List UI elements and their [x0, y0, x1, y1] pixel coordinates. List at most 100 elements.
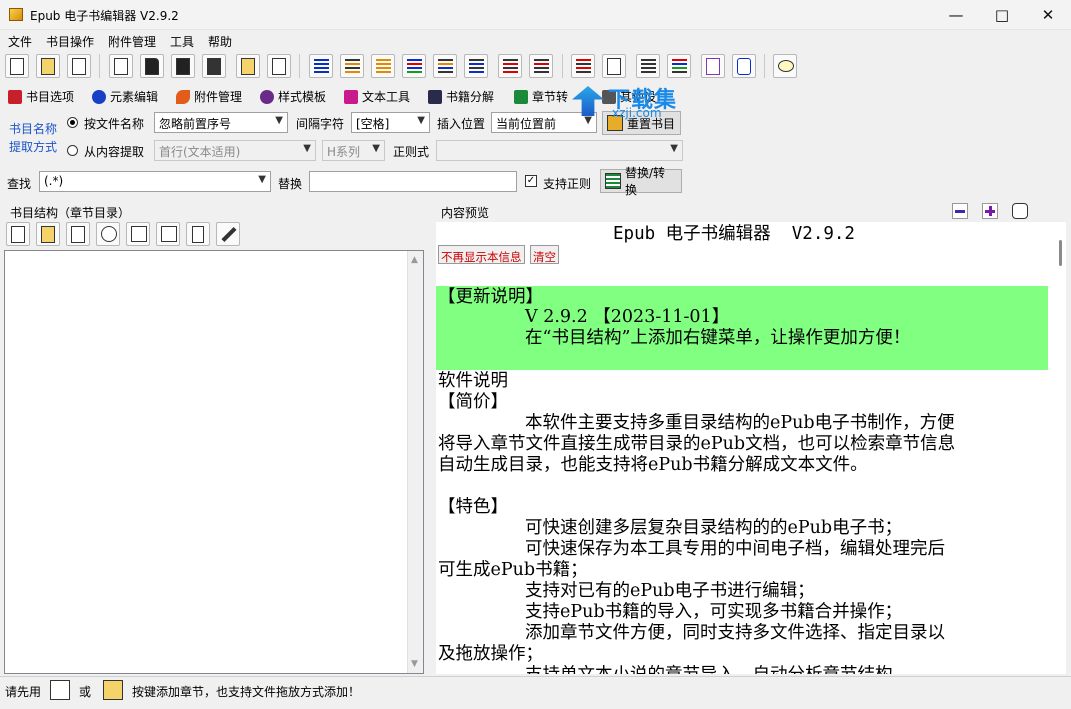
menu-file[interactable]: 文件 — [8, 33, 32, 50]
tab-element-edit[interactable]: 元素编辑 — [92, 88, 158, 105]
split-icon[interactable] — [529, 54, 553, 78]
content-preview[interactable]: Epub 电子书编辑器 V2.9.2 不再显示本信息 清空 【更新说明】 V 2… — [436, 222, 1056, 674]
clear-button[interactable]: 清空 — [530, 245, 559, 264]
radio-filename[interactable] — [67, 117, 78, 128]
sep-select[interactable]: [空格] ▼ — [351, 112, 430, 133]
import-icon[interactable] — [267, 54, 291, 78]
reset-icon — [607, 115, 623, 131]
intro-title: 【简价】 — [438, 392, 508, 412]
add-chapter-icon — [50, 680, 70, 700]
table-icon[interactable] — [636, 54, 660, 78]
preview-scrollbar[interactable] — [1056, 222, 1066, 674]
regex-select[interactable]: ▼ — [436, 140, 683, 161]
feature-line: 支持对已有的ePub电子书进行编辑； — [525, 581, 815, 601]
new-chapter-icon[interactable] — [66, 222, 90, 246]
scroll-up-icon[interactable]: ▲ — [411, 255, 418, 265]
book-structure-tree[interactable]: ▲ ▼ — [4, 250, 424, 674]
status-bar: 请先用 或 按键添加章节，也支持文件拖放方式添加！ — [0, 676, 1071, 709]
multi-doc-icon[interactable] — [701, 54, 725, 78]
radio-content[interactable] — [67, 145, 78, 156]
save-as-icon[interactable] — [202, 54, 226, 78]
tab-text-tools[interactable]: 文本工具 — [344, 88, 410, 105]
update-title: 【更新说明】 — [438, 287, 543, 307]
save-icon[interactable] — [171, 54, 195, 78]
menu-help[interactable]: 帮助 — [208, 33, 232, 50]
sort-icon[interactable] — [464, 54, 488, 78]
grid-icon — [428, 89, 442, 104]
update-version: V 2.9.2 【2023-11-01】 — [525, 307, 730, 327]
copy-icon[interactable] — [5, 54, 29, 78]
menu-bar: 文件 书目操作 附件管理 工具 帮助 — [0, 30, 1071, 50]
add-chapter-icon[interactable] — [6, 222, 30, 246]
feature-line: 可生成ePub书籍； — [438, 560, 588, 580]
update-block: 【更新说明】 V 2.9.2 【2023-11-01】 在“书目结构”上添加右键… — [436, 286, 1048, 370]
tree-scrollbar[interactable]: ▲ ▼ — [407, 251, 423, 673]
toolbar-separator — [299, 54, 300, 78]
copy-format-icon[interactable] — [67, 54, 91, 78]
palette-icon — [260, 89, 274, 104]
tab-book-options[interactable]: 书目选项 — [8, 88, 74, 105]
list-outdent-icon[interactable] — [433, 54, 457, 78]
list-up-icon[interactable] — [340, 54, 364, 78]
menu-tools[interactable]: 工具 — [170, 33, 194, 50]
replace-input[interactable] — [309, 171, 517, 192]
tab-style-templates[interactable]: 样式模板 — [260, 88, 326, 105]
content-select[interactable]: 首行(文本适用) ▼ — [154, 140, 316, 161]
move-icon[interactable] — [96, 222, 120, 246]
add-sub-chapter-icon[interactable] — [36, 222, 60, 246]
settings-icon — [602, 89, 616, 104]
move-left-icon[interactable] — [156, 222, 180, 246]
replace-convert-button[interactable]: 替换/转换 — [600, 166, 682, 197]
window-icon[interactable] — [667, 54, 691, 78]
find-input[interactable]: (.*) ▼ — [39, 171, 271, 192]
menu-attachments[interactable]: 附件管理 — [108, 33, 156, 50]
move-right-icon[interactable] — [126, 222, 150, 246]
insert-select[interactable]: 当前位置前 ▼ — [491, 112, 597, 133]
tools-icon[interactable] — [216, 222, 240, 246]
maximize-icon[interactable]: □ — [979, 0, 1025, 30]
paste-icon[interactable] — [36, 54, 60, 78]
gear-icon — [92, 89, 106, 104]
toolbar-separator — [764, 54, 765, 78]
scroll-down-icon[interactable]: ▼ — [411, 659, 418, 669]
fit-view-icon[interactable] — [1012, 203, 1028, 219]
toc-icon[interactable] — [571, 54, 595, 78]
new-file-icon[interactable] — [109, 54, 133, 78]
menu-book-ops[interactable]: 书目操作 — [46, 33, 94, 50]
tab-chapter-convert[interactable]: 章节转 — [514, 88, 568, 105]
close-icon[interactable]: ✕ — [1025, 0, 1071, 30]
tab-book-split[interactable]: 书籍分解 — [428, 88, 494, 105]
filename-select[interactable]: 忽略前置序号 ▼ — [154, 112, 288, 133]
export-icon[interactable] — [236, 54, 260, 78]
left-panel-title: 书目结构（章节目录） — [10, 206, 131, 220]
search-doc-icon[interactable] — [602, 54, 626, 78]
toolbar-separator — [562, 54, 563, 78]
open-folder-icon[interactable] — [140, 54, 164, 78]
reset-book-button[interactable]: 重置书目 — [602, 111, 681, 135]
chevron-down-icon: ▼ — [372, 143, 380, 154]
tab-other-settings[interactable]: 其他设 — [602, 88, 656, 105]
chevron-down-icon: ▼ — [670, 143, 678, 154]
edit-pen-icon[interactable] — [732, 54, 756, 78]
feature-line: 可快速保存为本工具专用的中间电子档，编辑处理完后 — [525, 539, 945, 559]
sep-label: 间隔字符 — [296, 117, 345, 131]
tab-attachments[interactable]: 附件管理 — [176, 88, 242, 105]
list-down-icon[interactable] — [371, 54, 395, 78]
merge-icon[interactable] — [498, 54, 522, 78]
preview-heading: Epub 电子书编辑器 V2.9.2 — [613, 224, 855, 244]
trash-icon[interactable] — [186, 222, 210, 246]
name-label-1: 书目名称 — [9, 122, 58, 136]
list-icon[interactable] — [309, 54, 333, 78]
toolbar — [0, 52, 1071, 80]
hide-info-button[interactable]: 不再显示本信息 — [438, 245, 525, 264]
zoom-out-icon[interactable] — [952, 203, 968, 219]
minimize-icon[interactable]: — — [933, 0, 979, 30]
scroll-thumb[interactable] — [1059, 240, 1062, 266]
chat-bubble-icon[interactable] — [773, 54, 797, 78]
intro-line: 自动生成目录，也能支持将ePub书籍分解成文本文件。 — [438, 455, 868, 475]
zoom-in-icon[interactable] — [982, 203, 998, 219]
regex-checkbox[interactable]: ✓ — [525, 175, 537, 187]
intro-line: 本软件主要支持多重目录结构的ePub电子书制作，方便 — [525, 413, 955, 433]
h-series-select[interactable]: H系列 ▼ — [322, 140, 385, 161]
list-indent-icon[interactable] — [402, 54, 426, 78]
